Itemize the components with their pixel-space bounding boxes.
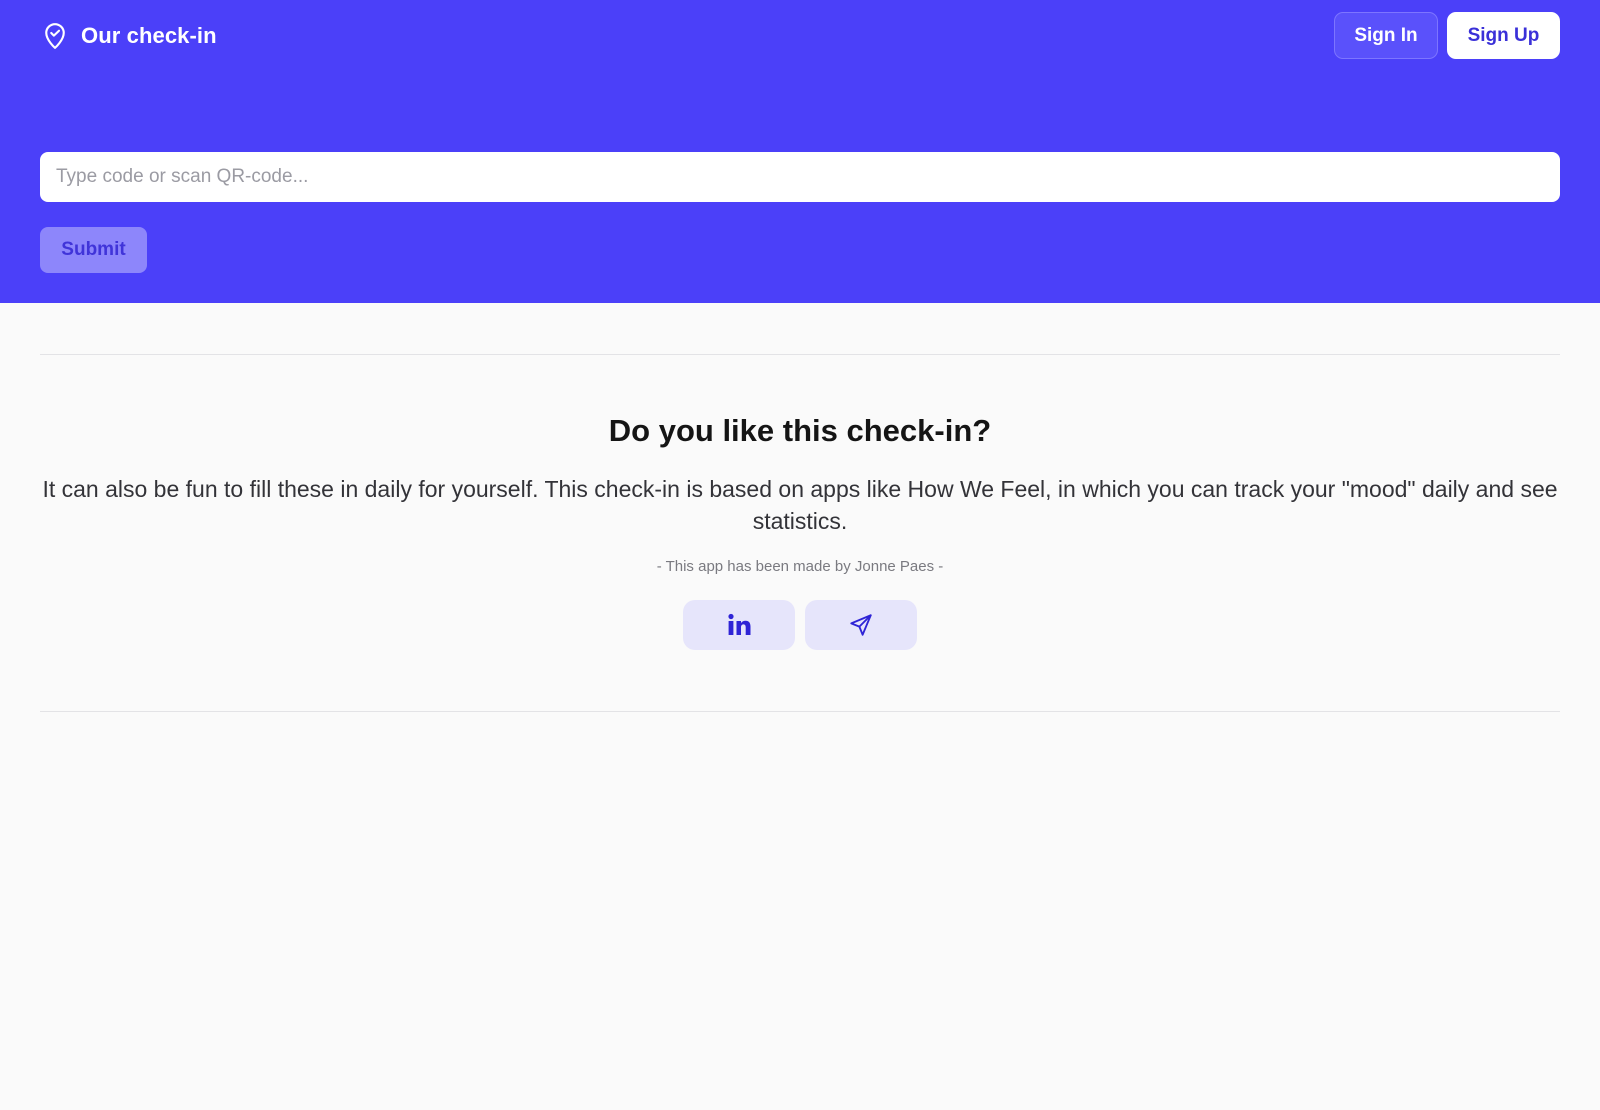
sign-up-button[interactable]: Sign Up — [1447, 12, 1560, 59]
promo-heading: Do you like this check-in? — [608, 413, 992, 448]
section-divider-top — [40, 354, 1560, 355]
brand[interactable]: Our check-in — [40, 20, 217, 52]
promo-text: It can also be fun to fill these in dail… — [42, 476, 1558, 534]
sign-in-button[interactable]: Sign In — [1334, 12, 1438, 59]
send-icon — [848, 612, 874, 638]
submit-button[interactable]: Submit — [40, 227, 147, 273]
section-divider-bottom — [40, 711, 1560, 712]
hero-section: Our check-in Sign In Sign Up Submit — [0, 0, 1600, 303]
map-pin-check-icon — [40, 21, 70, 51]
checkin-code-input[interactable] — [40, 152, 1560, 202]
linkedin-icon — [726, 612, 752, 638]
author-credit: - This app has been made by Jonne Paes - — [656, 558, 944, 575]
linkedin-button[interactable] — [683, 600, 795, 650]
send-message-button[interactable] — [805, 600, 917, 650]
app-title: Our check-in — [81, 23, 217, 48]
